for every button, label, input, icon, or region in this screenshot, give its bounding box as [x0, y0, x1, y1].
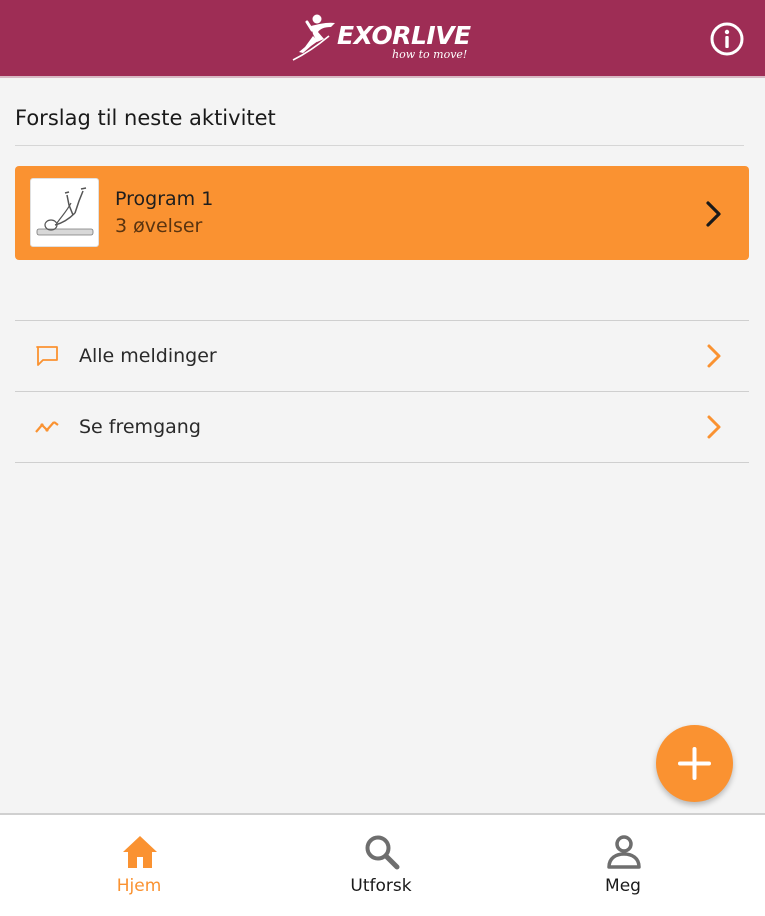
suggested-program-card[interactable]: Program 1 3 øvelser — [15, 166, 749, 260]
nav-item-explore[interactable]: Utforsk — [291, 815, 471, 916]
program-exercise-count: 3 øvelser — [115, 215, 203, 237]
app-header: EXORLIVE how to move! — [0, 0, 765, 78]
nav-label-home: Hjem — [116, 876, 162, 896]
add-button[interactable] — [656, 725, 733, 802]
chevron-right-icon — [706, 201, 721, 227]
list-item-label: Se fremgang — [79, 416, 201, 438]
user-icon — [607, 835, 641, 869]
program-thumbnail — [30, 178, 99, 247]
list-item-progress[interactable]: Se fremgang — [15, 392, 749, 462]
plus-icon — [678, 747, 711, 780]
exorlive-logo: EXORLIVE how to move! — [291, 12, 476, 66]
nav-label-me: Meg — [605, 876, 641, 896]
list-divider — [15, 462, 749, 463]
message-icon — [36, 346, 58, 366]
logo-wordmark: EXORLIVE — [337, 21, 471, 50]
info-circle-icon — [710, 22, 744, 56]
bottom-navigation: Hjem Utforsk Meg — [0, 813, 765, 916]
exercise-illustration-icon — [36, 187, 94, 236]
page-title: Forslag til neste aktivitet — [15, 106, 276, 130]
nav-item-me[interactable]: Meg — [533, 815, 713, 916]
search-icon — [365, 835, 400, 870]
nav-item-home[interactable]: Hjem — [49, 815, 229, 916]
nav-label-explore: Utforsk — [350, 876, 412, 896]
info-button[interactable] — [709, 21, 745, 57]
chevron-right-icon — [707, 415, 721, 439]
title-divider — [15, 145, 744, 146]
program-title: Program 1 — [115, 188, 214, 210]
chevron-right-icon — [707, 344, 721, 368]
home-icon — [123, 836, 157, 868]
list-item-label: Alle meldinger — [79, 345, 217, 367]
trend-line-icon — [35, 421, 59, 433]
list-item-messages[interactable]: Alle meldinger — [15, 321, 749, 391]
logo-tagline: how to move! — [392, 48, 468, 61]
